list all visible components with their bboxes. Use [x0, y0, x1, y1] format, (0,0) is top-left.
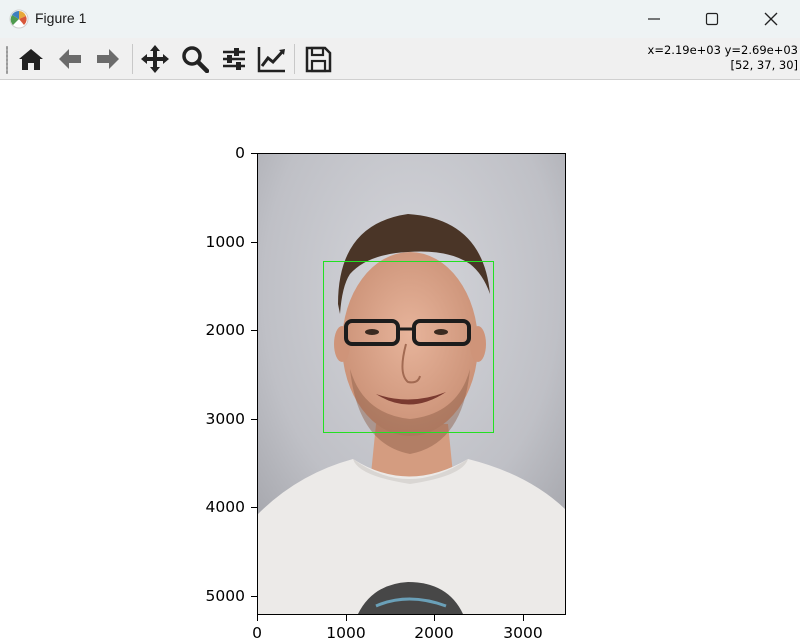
home-icon [19, 49, 43, 70]
forward-button[interactable] [91, 42, 125, 76]
y-tick-label: 2000 [205, 321, 245, 339]
matplotlib-app-icon [9, 9, 29, 29]
portrait-image[interactable] [257, 153, 566, 615]
pixel-value: [52, 37, 30] [730, 58, 799, 72]
x-tick-mark [257, 615, 258, 621]
cursor-coordinates: x=2.19e+03 y=2.69e+03 [647, 43, 798, 57]
close-icon [764, 12, 778, 26]
configure-subplots-icon [223, 48, 245, 70]
navigation-toolbar: x=2.19e+03 y=2.69e+03 [52, 37, 30] [0, 38, 800, 80]
x-tick-label: 3000 [503, 624, 543, 642]
face-bounding-box [323, 261, 494, 433]
x-tick-label: 0 [252, 624, 262, 642]
zoom-magnifier-icon [182, 46, 209, 73]
x-tick-mark [346, 615, 347, 621]
toolbar-grip[interactable] [6, 46, 8, 74]
zoom-button[interactable] [178, 42, 212, 76]
minimize-icon [648, 18, 660, 20]
minimize-button[interactable] [625, 0, 683, 38]
close-button[interactable] [742, 0, 800, 38]
window-title: Figure 1 [35, 10, 87, 26]
y-tick-label: 3000 [205, 410, 245, 428]
y-tick-label: 0 [235, 144, 245, 162]
maximize-icon [705, 12, 719, 26]
x-tick-mark [434, 615, 435, 621]
coordinate-readout: x=2.19e+03 y=2.69e+03 [52, 37, 30] [648, 43, 798, 73]
forward-arrow-icon [97, 49, 119, 69]
x-tick-mark [523, 615, 524, 621]
x-tick-label: 2000 [414, 624, 454, 642]
x-tick-label: 1000 [326, 624, 366, 642]
configure-subplots-button[interactable] [217, 42, 251, 76]
save-button[interactable] [301, 42, 335, 76]
pan-move-icon [141, 45, 169, 73]
home-button[interactable] [14, 42, 48, 76]
title-bar: Figure 1 [0, 0, 800, 38]
y-tick-label: 4000 [205, 498, 245, 516]
edit-axis-button[interactable] [255, 42, 289, 76]
edit-axis-curve-icon [257, 47, 285, 73]
y-tick-label: 5000 [205, 587, 245, 605]
back-button[interactable] [53, 42, 87, 76]
back-arrow-icon [59, 49, 81, 69]
toolbar-separator [294, 44, 295, 74]
maximize-button[interactable] [683, 0, 741, 38]
toolbar-separator [132, 44, 133, 74]
save-floppy-icon [305, 46, 332, 73]
y-tick-label: 1000 [205, 233, 245, 251]
pan-button[interactable] [138, 42, 172, 76]
